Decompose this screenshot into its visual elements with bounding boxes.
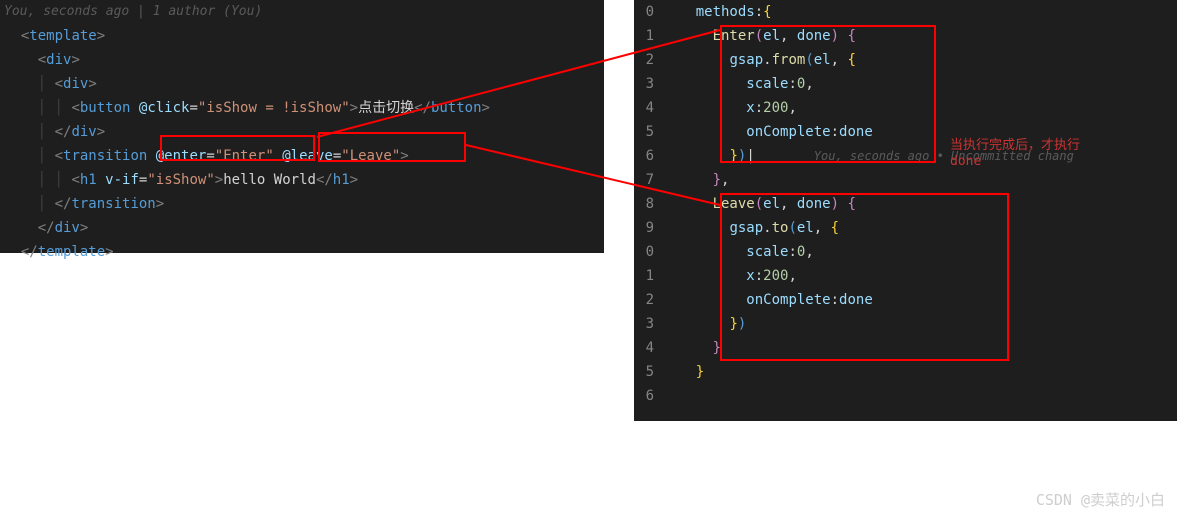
code-line[interactable]: </template> [0,240,604,264]
code-line[interactable]: </div> [0,216,604,240]
code-line[interactable]: │ <div> [0,72,604,96]
code-line[interactable]: 1 Enter(el, done) { [634,24,1177,48]
code-line[interactable]: │ </div> [0,120,604,144]
code-line[interactable]: 7 }, [634,168,1177,192]
code-line[interactable]: 4 } [634,336,1177,360]
left-code-panel: You, seconds ago | 1 author (You) <templ… [0,0,604,253]
code-line[interactable]: 0 methods:{ [634,0,1177,24]
code-line[interactable]: 1 x:200, [634,264,1177,288]
code-line[interactable]: │ </transition> [0,192,604,216]
code-line[interactable]: 6 [634,384,1177,408]
annotation-text: 当执行完成后，才执行 done [950,138,1080,170]
code-line[interactable]: 5 } [634,360,1177,384]
code-line[interactable]: 2 gsap.from(el, { [634,48,1177,72]
code-line[interactable]: 0 scale:0, [634,240,1177,264]
code-line[interactable]: │ │ <button @click="isShow = !isShow">点击… [0,96,604,120]
code-line[interactable]: 8 Leave(el, done) { [634,192,1177,216]
code-line[interactable]: <template> [0,24,604,48]
code-line[interactable]: 3 }) [634,312,1177,336]
code-line[interactable]: 2 onComplete:done [634,288,1177,312]
code-line[interactable]: <div> [0,48,604,72]
code-line[interactable]: 3 scale:0, [634,72,1177,96]
code-line[interactable]: 5 onComplete:done [634,120,1177,144]
git-blame-header: You, seconds ago | 1 author (You) [0,0,604,24]
code-line[interactable]: 9 gsap.to(el, { [634,216,1177,240]
code-line[interactable]: │ <transition @enter="Enter" @leave="Lea… [0,144,604,168]
code-line[interactable]: 6 })| You, seconds ago • Uncommitted cha… [634,144,1177,168]
code-line[interactable]: 4 x:200, [634,96,1177,120]
right-code-panel: 0 methods:{ 1 Enter(el, done) { 2 gsap.f… [634,0,1177,421]
watermark: CSDN @卖菜的小白 [1036,489,1165,510]
code-line[interactable]: │ │ <h1 v-if="isShow">hello World</h1> [0,168,604,192]
